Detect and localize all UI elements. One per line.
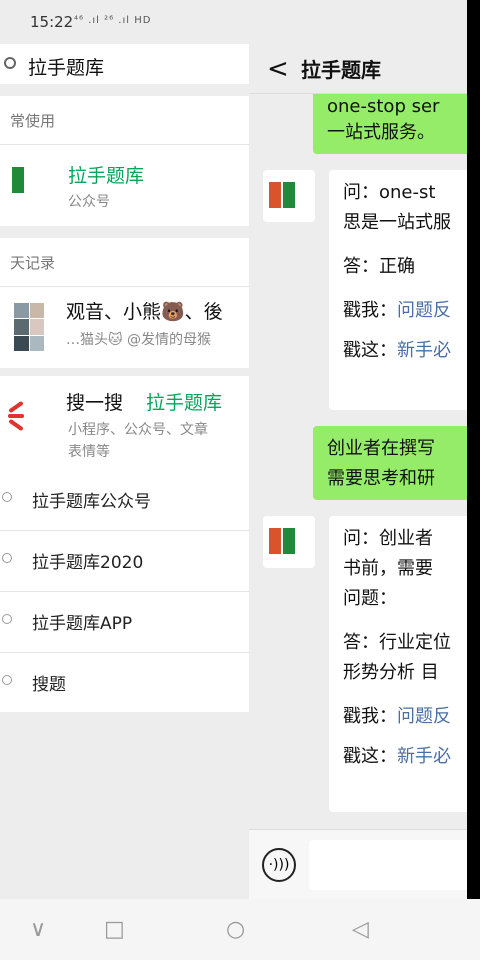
message-text: 问：one-st [343, 182, 436, 203]
message-text: one-stop ser [327, 96, 440, 117]
search-input[interactable]: 拉手题库 [28, 53, 104, 80]
sousou-keyword: 拉手题库 [146, 392, 223, 414]
system-nav-bar: ∨ □ ○ ◁ [0, 899, 480, 960]
message-text: 戳这：新手必 [343, 340, 451, 361]
suggestion-item[interactable]: 拉手题库APP [0, 591, 249, 651]
suggestion-text: 拉手题库APP [32, 614, 133, 634]
newbie-link[interactable]: 新手必 [397, 746, 451, 767]
back-button[interactable]: < [267, 54, 289, 84]
search-panel: 拉手题库 常使用 拉手题库 公众号 天记录 观音、小熊🐻、後 …猫头🐱 @发情的… [0, 44, 249, 899]
message-bubble-received: 问：创业者 书前，需要 问题： 答：行业定位 形势分析 目 戳我：问题反 戳这：… [329, 516, 467, 812]
message-text: 问：创业者 [343, 528, 433, 549]
sousou-prefix: 搜一搜 [66, 392, 124, 414]
sousou-scope-line1: 小程序、公众号、文章 [68, 422, 208, 438]
status-time: 15:22 [30, 13, 74, 31]
search-icon [4, 57, 16, 69]
search-icon [2, 492, 12, 502]
recent-apps-icon[interactable]: □ [104, 917, 125, 942]
message-text: 戳我：问题反 [343, 300, 451, 321]
message-text: 创业者在撰写 [327, 438, 435, 459]
lashou-logo-icon [12, 167, 24, 193]
suggestion-item[interactable]: 拉手题库2020 [0, 530, 249, 590]
message-text: 思是一站式服 [343, 212, 451, 233]
chat-title: 拉手题库 [301, 58, 381, 82]
sousou-scope-line2: 表情等 [68, 444, 110, 460]
search-icon [2, 553, 12, 563]
message-bubble-received: 问：one-st 思是一站式服 答：正确 戳我：问题反 戳这：新手必 [329, 170, 467, 410]
hide-nav-icon[interactable]: ∨ [30, 917, 46, 942]
group-name: 观音、小熊🐻、後 [66, 301, 223, 323]
frequent-section: 常使用 拉手题库 公众号 [0, 96, 249, 226]
search-icon [2, 675, 12, 685]
screen-edge [467, 0, 480, 960]
message-text: 答：正确 [343, 256, 415, 277]
input-bar: ·))) [249, 829, 467, 899]
back-icon[interactable]: ◁ [352, 917, 369, 942]
lashou-logo-icon [269, 182, 295, 208]
signal-icon: ⁴⁶ .ıl ²⁶ .ıl HD [74, 15, 152, 26]
sousou-icon [0, 400, 26, 432]
chat-avatar[interactable] [263, 170, 315, 222]
message-bubble-sent: 创业者在撰写 需要思考和研 [313, 426, 467, 500]
chat-avatar[interactable] [263, 516, 315, 568]
group-avatar [14, 303, 44, 351]
suggestion-list: 拉手题库公众号 拉手题库2020 拉手题库APP 搜题 [0, 469, 249, 712]
suggestion-text: 拉手题库2020 [32, 553, 144, 573]
status-bar: 15:22 ⁴⁶ .ıl ²⁶ .ıl HD 🔕 ◎ ⏰ 61 ϟ [0, 0, 480, 868]
group-preview: …猫头🐱 @发情的母猴 [66, 332, 212, 348]
voice-input-icon[interactable]: ·))) [262, 848, 296, 882]
account-name: 拉手题库 [68, 165, 145, 187]
message-text: 答：行业定位 [343, 632, 451, 653]
search-bar[interactable]: 拉手题库 [0, 44, 249, 84]
message-text: 形势分析 目 [343, 662, 439, 683]
chat-history-item[interactable]: 观音、小熊🐻、後 …猫头🐱 @发情的母猴 [0, 287, 249, 368]
lashou-logo-icon [269, 528, 295, 554]
section-title-history: 天记录 [10, 254, 56, 272]
message-text: 戳我：问题反 [343, 706, 451, 727]
message-text: 问题： [343, 588, 397, 609]
newbie-link[interactable]: 新手必 [397, 340, 451, 361]
suggestion-text: 搜题 [32, 675, 66, 695]
search-icon [2, 614, 12, 624]
suggestion-item[interactable]: 搜题 [0, 652, 249, 712]
frequent-item[interactable]: 拉手题库 公众号 [0, 145, 249, 226]
section-title-frequent: 常使用 [10, 112, 56, 130]
home-icon[interactable]: ○ [226, 917, 245, 942]
message-text: 书前，需要 [343, 558, 433, 579]
feedback-link[interactable]: 问题反 [397, 300, 451, 321]
message-text: 戳这：新手必 [343, 746, 451, 767]
suggestion-text: 拉手题库公众号 [32, 492, 151, 512]
message-text: 一站式服务。 [327, 122, 435, 143]
message-bubble-sent: one-stop ser 一站式服务。 [313, 88, 467, 154]
chat-history-section: 天记录 观音、小熊🐻、後 …猫头🐱 @发情的母猴 [0, 238, 249, 368]
suggestion-item[interactable]: 拉手题库公众号 [0, 469, 249, 529]
chat-header: < 拉手题库 [249, 44, 467, 94]
message-text: 需要思考和研 [327, 468, 435, 489]
feedback-link[interactable]: 问题反 [397, 706, 451, 727]
message-input[interactable] [309, 840, 467, 890]
sousou-item[interactable]: 搜一搜 拉手题库 小程序、公众号、文章 表情等 [0, 376, 249, 469]
account-type: 公众号 [68, 194, 110, 210]
chat-panel: one-stop ser 一站式服务。 问：one-st 思是一站式服 答：正确… [249, 44, 467, 899]
